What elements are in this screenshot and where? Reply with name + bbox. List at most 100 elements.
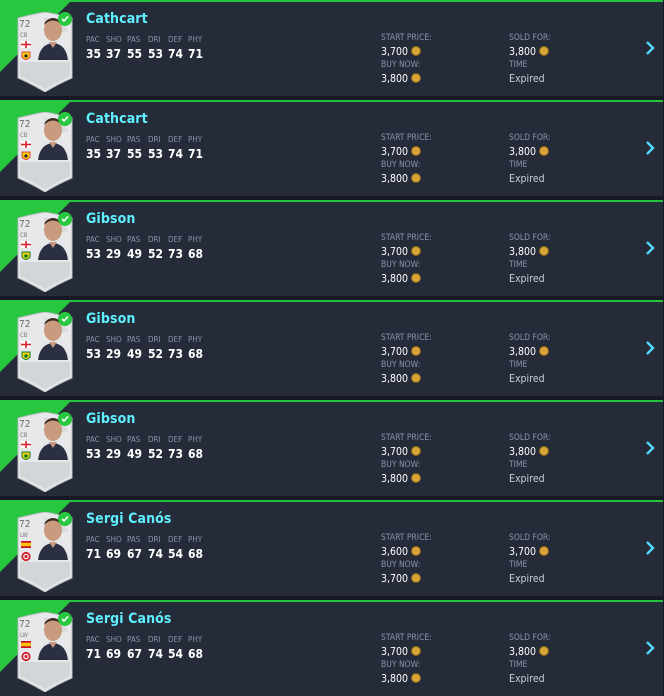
player-name: Sergi Canós xyxy=(86,611,172,627)
stat-def: DEF 54 xyxy=(168,535,188,561)
stat-value: 73 xyxy=(168,447,184,461)
start-price-label: START PRICE: xyxy=(381,33,432,43)
stat-label: PAS xyxy=(127,535,141,544)
stat-pac: PAC 71 xyxy=(86,635,106,661)
player-position: CB xyxy=(20,432,28,439)
stat-value: 35 xyxy=(86,147,102,161)
start-price-value: 3,700 xyxy=(381,246,432,260)
coin-icon xyxy=(411,673,422,683)
buy-now-value: 3,800 xyxy=(381,673,432,687)
sold-check-icon xyxy=(58,612,72,626)
transfer-item-row[interactable]: 72 LW Sergi Canós PAC 71 SHO 69 PAS 67 DRI 74 DE… xyxy=(0,500,663,596)
start-price-value: 3,700 xyxy=(381,46,432,60)
stat-label: SHO xyxy=(106,35,122,44)
player-rating: 72 xyxy=(19,219,31,230)
chevron-right-icon[interactable] xyxy=(644,540,656,556)
chevron-right-icon[interactable] xyxy=(644,340,656,356)
row-top-accent xyxy=(0,600,663,602)
start-price-text: 3,700 xyxy=(381,646,409,658)
buy-now-label: BUY NOW: xyxy=(381,60,421,70)
stat-value: 73 xyxy=(168,347,184,361)
buy-now-label: BUY NOW: xyxy=(381,360,421,370)
sold-time-info: SOLD FOR: 3,800 TIME Expired xyxy=(509,233,551,287)
stat-label: PAS xyxy=(127,235,141,244)
stat-value: 37 xyxy=(106,147,122,161)
stat-pac: PAC 53 xyxy=(86,435,106,461)
coin-icon xyxy=(411,646,422,656)
buy-now-text: 3,800 xyxy=(381,473,409,485)
time-label: TIME xyxy=(509,60,528,70)
stat-phy: PHY 68 xyxy=(188,335,208,361)
stat-value: 53 xyxy=(148,47,164,61)
sold-for-text: 3,800 xyxy=(509,646,537,658)
stat-phy: PHY 68 xyxy=(188,535,208,561)
transfer-item-row[interactable]: 72 CB Gibson PAC 53 SHO 29 PAS 49 DRI 52 DEF 73 PH… xyxy=(0,200,663,296)
player-rating: 72 xyxy=(19,619,31,630)
stat-value: 67 xyxy=(127,647,143,661)
stat-label: SHO xyxy=(106,335,122,344)
nation-flag-icon xyxy=(21,641,31,648)
transfer-item-row[interactable]: 72 LW Sergi Canós PAC 71 SHO 69 PAS 67 DRI 74 DE… xyxy=(0,600,663,696)
start-buy-prices: START PRICE: 3,700 BUY NOW: 3,800 xyxy=(381,233,432,287)
stat-value: 67 xyxy=(127,547,143,561)
start-price-text: 3,600 xyxy=(381,546,409,558)
stat-label: SHO xyxy=(106,135,122,144)
chevron-right-icon[interactable] xyxy=(644,140,656,156)
buy-now-label: BUY NOW: xyxy=(381,560,421,570)
stat-value: 74 xyxy=(168,147,184,161)
stat-sho: SHO 69 xyxy=(106,535,126,561)
transfer-item-row[interactable]: 72 CB Cathcart PAC 35 SHO 37 PAS 55 DRI 53 DEF 74… xyxy=(0,0,663,96)
stat-sho: SHO 37 xyxy=(106,135,126,161)
stat-label: DEF xyxy=(168,235,183,244)
transfer-item-row[interactable]: 72 CB Gibson PAC 53 SHO 29 PAS 49 DRI 52 DEF 73 PH… xyxy=(0,400,663,496)
stat-label: DRI xyxy=(148,535,161,544)
player-position: CB xyxy=(20,32,28,39)
stat-label: SHO xyxy=(106,635,122,644)
start-price-text: 3,700 xyxy=(381,346,409,358)
stat-value: 68 xyxy=(188,447,204,461)
stat-label: DEF xyxy=(168,35,183,44)
stat-value: 49 xyxy=(127,447,143,461)
transfer-item-row[interactable]: 72 CB Cathcart PAC 35 SHO 37 PAS 55 DRI 53 DEF 74… xyxy=(0,100,663,196)
stat-label: SHO xyxy=(106,535,122,544)
player-rating: 72 xyxy=(19,419,31,430)
coin-icon xyxy=(411,373,422,383)
stat-pac: PAC 53 xyxy=(86,235,106,261)
sold-time-info: SOLD FOR: 3,800 TIME Expired xyxy=(509,133,551,187)
stat-dri: DRI 53 xyxy=(148,135,168,161)
club-crest-icon xyxy=(21,451,31,460)
coin-icon xyxy=(411,73,422,83)
coin-icon xyxy=(539,46,550,56)
buy-now-text: 3,800 xyxy=(381,273,409,285)
chevron-right-icon[interactable] xyxy=(644,240,656,256)
chevron-right-icon[interactable] xyxy=(644,40,656,56)
chevron-right-icon[interactable] xyxy=(644,440,656,456)
sold-for-label: SOLD FOR: xyxy=(509,133,551,143)
stat-value: 73 xyxy=(168,247,184,261)
sold-for-value: 3,800 xyxy=(509,246,551,260)
buy-now-value: 3,800 xyxy=(381,473,432,487)
stat-def: DEF 73 xyxy=(168,435,188,461)
sold-for-value: 3,700 xyxy=(509,546,551,560)
player-rating: 72 xyxy=(19,119,31,130)
buy-now-text: 3,800 xyxy=(381,73,409,85)
player-position: LW xyxy=(20,632,28,639)
transfer-item-row[interactable]: 72 CB Gibson PAC 53 SHO 29 PAS 49 DRI 52 DEF 73 PH… xyxy=(0,300,663,396)
stat-value: 55 xyxy=(127,147,143,161)
player-name: Cathcart xyxy=(86,11,148,27)
stat-pas: PAS 67 xyxy=(127,635,147,661)
coin-icon xyxy=(411,246,422,256)
sold-for-value: 3,800 xyxy=(509,146,551,160)
player-name: Gibson xyxy=(86,411,136,427)
buy-now-text: 3,800 xyxy=(381,373,409,385)
stat-sho: SHO 69 xyxy=(106,635,126,661)
nation-flag-icon xyxy=(21,541,31,548)
start-buy-prices: START PRICE: 3,700 BUY NOW: 3,800 xyxy=(381,333,432,387)
club-crest-icon xyxy=(21,251,31,260)
stat-value: 53 xyxy=(86,447,102,461)
stat-label: PHY xyxy=(188,435,203,444)
stat-value: 53 xyxy=(86,347,102,361)
time-value: Expired xyxy=(509,673,545,685)
stat-label: PAC xyxy=(86,35,100,44)
chevron-right-icon[interactable] xyxy=(644,640,656,656)
